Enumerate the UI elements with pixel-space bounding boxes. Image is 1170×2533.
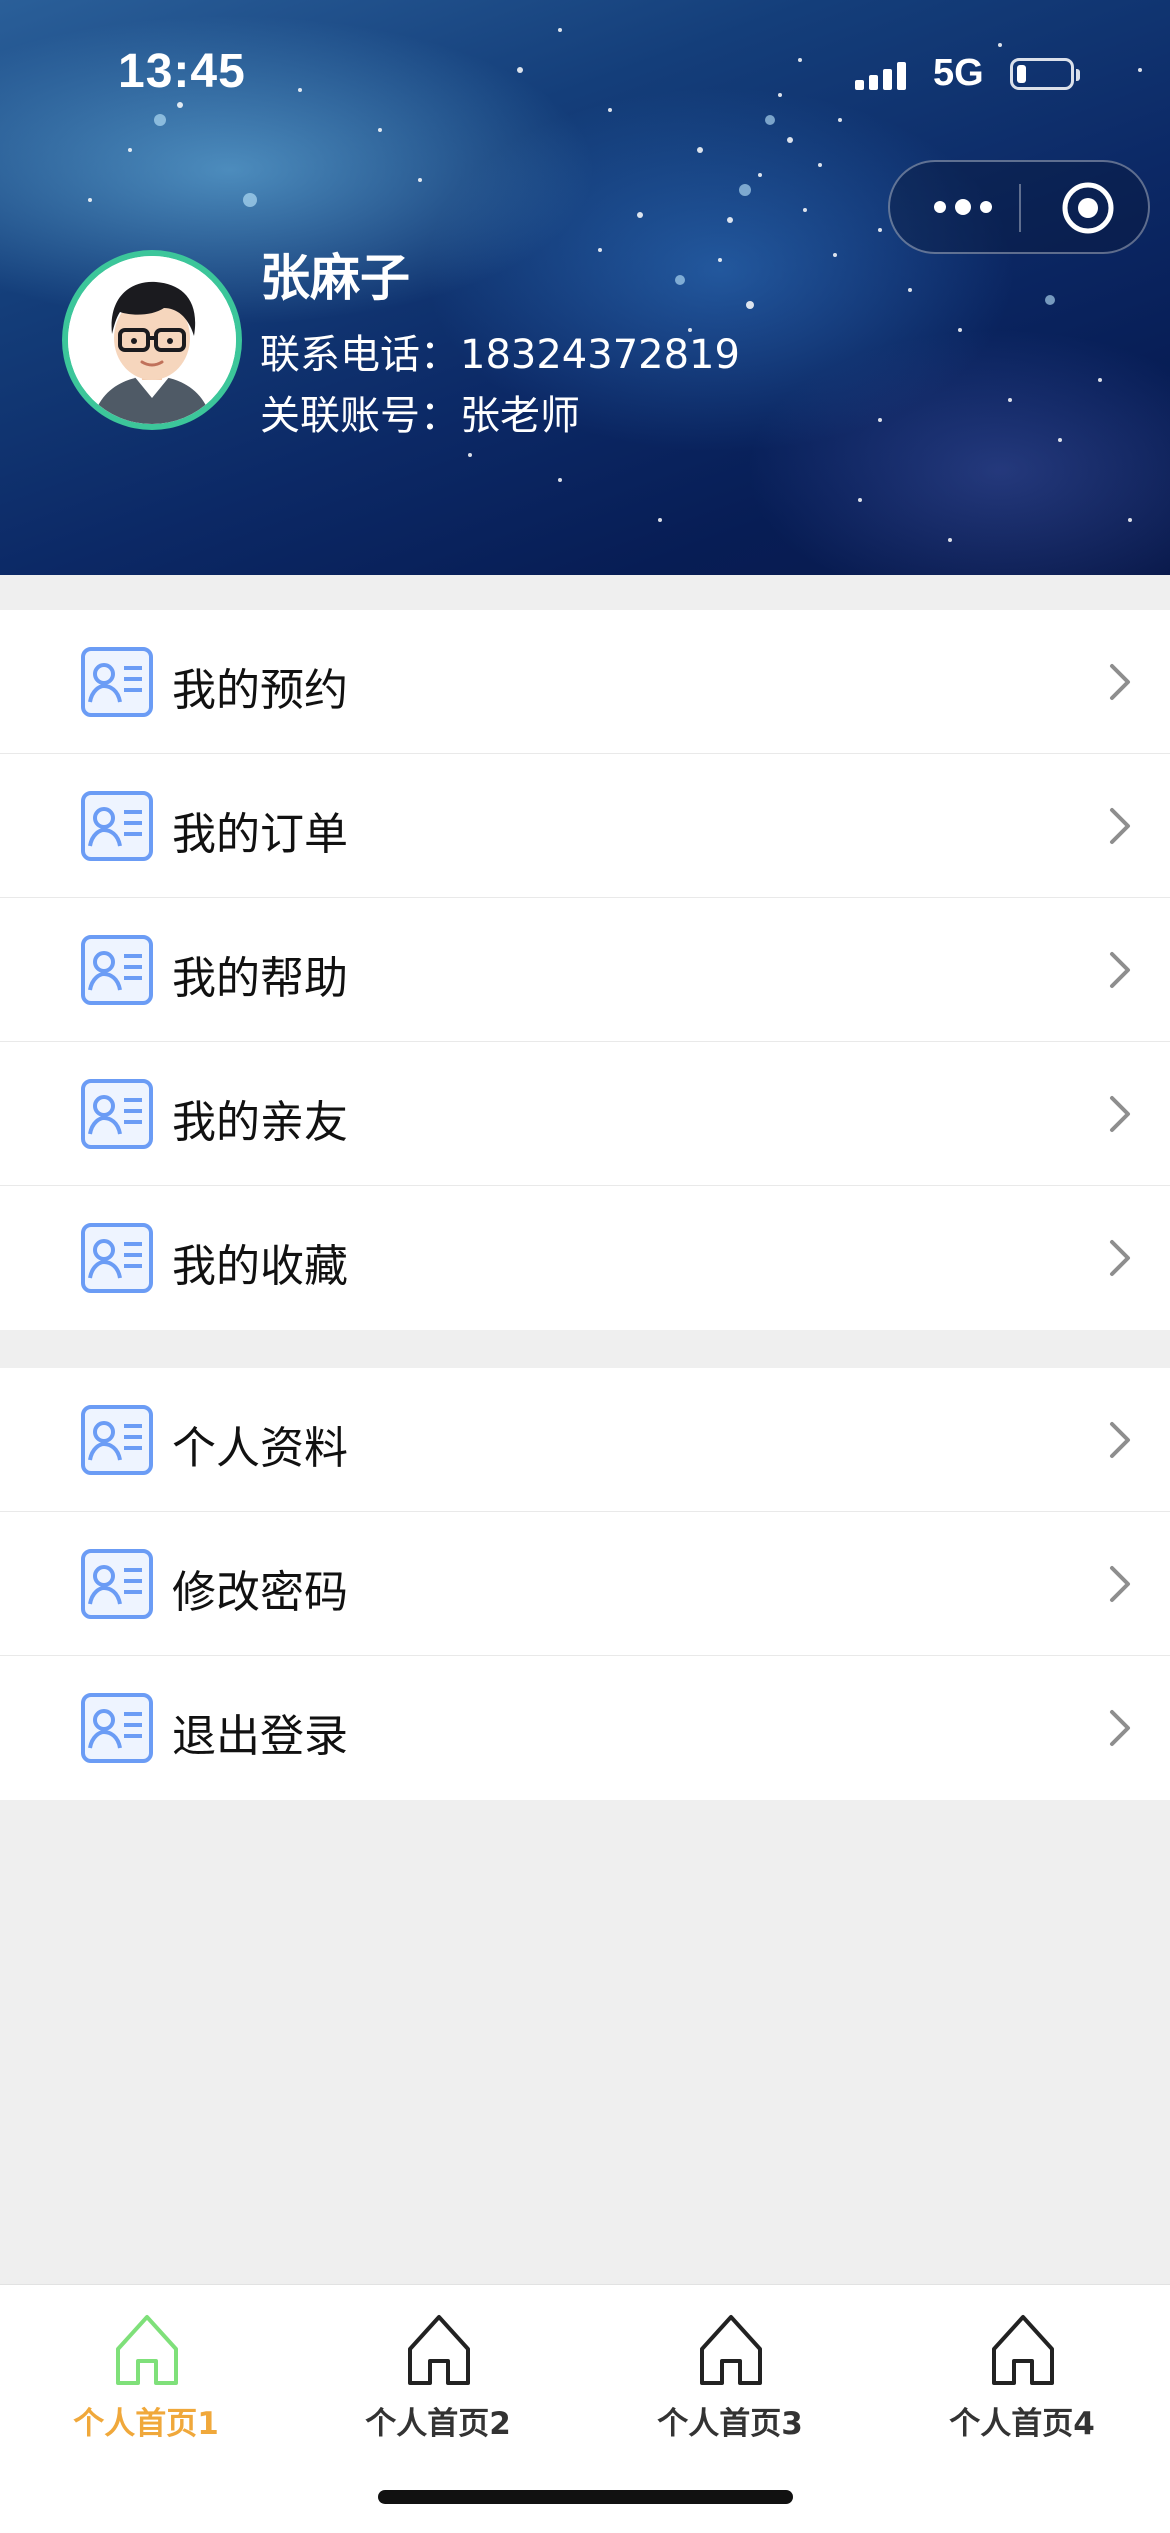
tab-home-3[interactable]: 个人首页3 — [584, 2301, 876, 2451]
status-time: 13:45 — [118, 45, 246, 98]
battery-icon — [1010, 58, 1080, 90]
home-icon — [700, 2315, 762, 2385]
signal-icon — [855, 60, 915, 90]
menu-item-label: 修改密码 — [172, 1567, 348, 1618]
chevron-right-icon — [1110, 1422, 1130, 1458]
target-close-icon[interactable] — [1060, 180, 1116, 236]
chevron-right-icon — [1110, 1096, 1130, 1132]
home-indicator — [378, 2490, 793, 2504]
more-dots-icon[interactable] — [928, 192, 998, 222]
linked-account: 关联账号：张老师 — [260, 393, 580, 439]
tab-home-2[interactable]: 个人首页2 — [292, 2301, 584, 2451]
menu-item-appointments[interactable]: 我的预约 — [0, 610, 1170, 754]
menu-item-label: 我的订单 — [172, 809, 348, 860]
menu-group-main: 我的预约 我的订单 我的帮助 我的亲友 我的收藏 — [0, 610, 1170, 1330]
menu-item-relatives[interactable]: 我的亲友 — [0, 1042, 1170, 1186]
contact-card-icon — [81, 935, 153, 1005]
chevron-right-icon — [1110, 952, 1130, 988]
contact-card-icon — [81, 1693, 153, 1763]
network-type: 5G — [933, 52, 984, 94]
contact-card-icon — [81, 1079, 153, 1149]
tab-label: 个人首页1 — [73, 2406, 219, 2442]
avatar[interactable] — [62, 250, 242, 430]
contact-card-icon — [81, 1405, 153, 1475]
menu-item-favorites[interactable]: 我的收藏 — [0, 1186, 1170, 1330]
miniprogram-capsule — [888, 160, 1150, 254]
menu-item-label: 退出登录 — [172, 1711, 348, 1762]
menu-item-label: 个人资料 — [172, 1423, 348, 1474]
chevron-right-icon — [1110, 1240, 1130, 1276]
home-icon — [408, 2315, 470, 2385]
chevron-right-icon — [1110, 1566, 1130, 1602]
tab-label: 个人首页2 — [365, 2406, 511, 2442]
home-icon — [116, 2315, 178, 2385]
menu-item-orders[interactable]: 我的订单 — [0, 754, 1170, 898]
tab-label: 个人首页4 — [949, 2406, 1095, 2442]
tab-label: 个人首页3 — [657, 2406, 803, 2442]
capsule-divider — [1019, 184, 1021, 232]
home-icon — [992, 2315, 1054, 2385]
menu-item-label: 我的亲友 — [172, 1097, 348, 1148]
chevron-right-icon — [1110, 664, 1130, 700]
menu-item-change-password[interactable]: 修改密码 — [0, 1512, 1170, 1656]
tab-home-4[interactable]: 个人首页4 — [876, 2301, 1168, 2451]
chevron-right-icon — [1110, 1710, 1130, 1746]
menu-item-help[interactable]: 我的帮助 — [0, 898, 1170, 1042]
contact-card-icon — [81, 647, 153, 717]
menu-item-label: 我的帮助 — [172, 953, 348, 1004]
contact-phone: 联系电话：18324372819 — [260, 332, 740, 378]
menu-item-profile[interactable]: 个人资料 — [0, 1368, 1170, 1512]
avatar-illustration — [68, 256, 236, 424]
menu-group-account: 个人资料 修改密码 退出登录 — [0, 1368, 1170, 1800]
contact-card-icon — [81, 791, 153, 861]
menu-item-label: 我的预约 — [172, 665, 348, 716]
chevron-right-icon — [1110, 808, 1130, 844]
contact-card-icon — [81, 1223, 153, 1293]
profile-header: 13:45 5G 张麻子 联系电话：18324372819 关联账号：张老师 — [0, 0, 1170, 575]
menu-item-logout[interactable]: 退出登录 — [0, 1656, 1170, 1800]
menu-item-label: 我的收藏 — [172, 1241, 348, 1292]
user-name: 张麻子 — [260, 249, 410, 307]
contact-card-icon — [81, 1549, 153, 1619]
tab-home-1[interactable]: 个人首页1 — [0, 2301, 292, 2451]
